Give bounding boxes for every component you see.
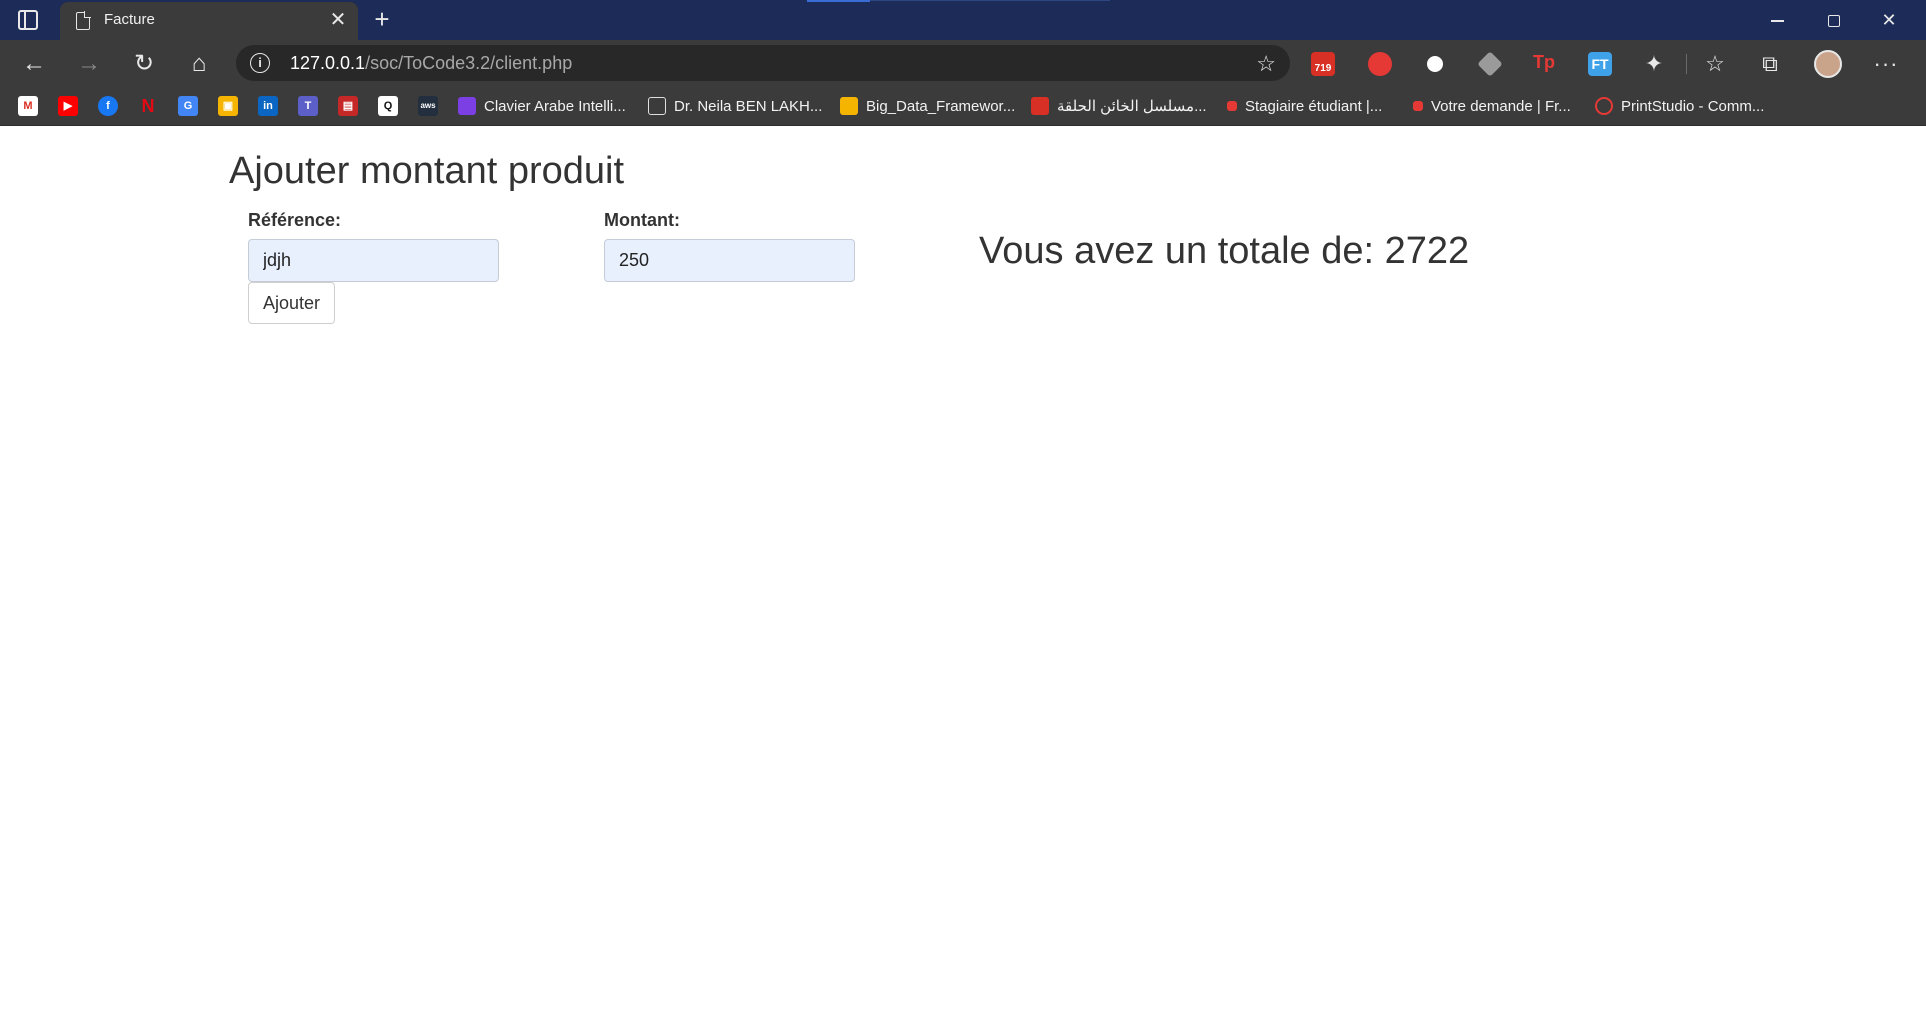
document-bookmark-icon xyxy=(648,97,666,115)
address-bar[interactable]: i 127.0.0.1/soc/ToCode3.2/client.php ☆ xyxy=(236,45,1290,81)
page-content: Ajouter montant produit Référence: Monta… xyxy=(0,126,1926,1027)
bookmark-label: Dr. Neila BEN LAKH... xyxy=(674,97,823,115)
back-button[interactable]: ← xyxy=(18,48,50,80)
circle-extension-icon[interactable] xyxy=(1423,52,1447,76)
toolbar-separator xyxy=(1686,54,1687,74)
montant-label: Montant: xyxy=(604,210,680,230)
add-button[interactable]: Ajouter xyxy=(248,282,335,324)
bookmark-big-data[interactable]: Big_Data_Framewor... xyxy=(840,96,1015,116)
new-tab-button[interactable]: + xyxy=(368,4,396,34)
close-tab-icon[interactable]: ✕ xyxy=(326,8,350,32)
drive-bookmark-icon xyxy=(840,97,858,115)
tab-title: Facture xyxy=(104,11,155,28)
reload-button[interactable]: ↻ xyxy=(128,48,160,80)
quora-bookmark-icon[interactable]: Q xyxy=(378,96,398,116)
titlebar-accent-line xyxy=(870,0,1110,1)
keyboard-bookmark-icon xyxy=(458,97,476,115)
bookmark-label: Stagiaire étudiant |... xyxy=(1245,97,1383,115)
cube-extension-icon[interactable] xyxy=(1477,51,1503,77)
ft-extension-icon[interactable]: FT xyxy=(1588,52,1612,76)
page-icon xyxy=(76,11,91,30)
url-host: 127.0.0.1 xyxy=(290,53,366,73)
bookmark-printstudio[interactable]: PrintStudio - Comm... xyxy=(1595,96,1764,116)
reference-label: Référence: xyxy=(248,210,342,230)
bookmark-dr-neila[interactable]: Dr. Neila BEN LAKH... xyxy=(648,96,822,116)
mail-extension-icon[interactable]: 719 xyxy=(1311,52,1335,76)
heart-bookmark-icon xyxy=(1031,97,1049,115)
netflix-bookmark-icon[interactable]: N xyxy=(138,96,158,116)
browser-tab[interactable]: Facture ✕ xyxy=(60,2,358,40)
page-title: Ajouter montant produit xyxy=(229,150,625,192)
aws-bookmark-icon[interactable]: aws xyxy=(418,96,438,116)
close-window-button[interactable]: ✕ xyxy=(1869,6,1909,34)
bookmark-votre-demande[interactable]: Votre demande | Fr... xyxy=(1413,96,1571,116)
browser-titlebar: Facture ✕ + ✕ xyxy=(0,0,1926,40)
collections-icon[interactable]: ⧉ xyxy=(1756,50,1784,78)
favorites-icon[interactable]: ☆ xyxy=(1701,50,1729,78)
minimize-button[interactable] xyxy=(1757,6,1797,34)
bookmark-label: PrintStudio - Comm... xyxy=(1621,97,1765,115)
tab-actions-icon[interactable] xyxy=(18,10,38,30)
bookmark-stagiaire[interactable]: Stagiaire étudiant |... xyxy=(1227,96,1382,116)
total-text: Vous avez un totale de: 2722 xyxy=(979,230,1470,272)
bookmark-label: Votre demande | Fr... xyxy=(1431,97,1571,115)
profile-avatar[interactable] xyxy=(1814,50,1842,78)
red-bookmark-icon[interactable]: ▤ xyxy=(338,96,358,116)
home-button[interactable]: ⌂ xyxy=(183,48,215,80)
titlebar-accent xyxy=(807,0,870,2)
montant-input[interactable] xyxy=(604,239,855,282)
mail-badge: 719 xyxy=(1314,63,1332,74)
bookmark-arabic-series[interactable]: مسلسل الخائن الحلقة... xyxy=(1031,96,1207,116)
youtube-bookmark-icon[interactable]: ▶ xyxy=(58,96,78,116)
more-options-icon[interactable]: ··· xyxy=(1872,50,1900,78)
printstudio-bookmark-icon xyxy=(1595,97,1613,115)
red-dot-bookmark-icon xyxy=(1227,101,1237,111)
browser-toolbar: ← → ↻ ⌂ i 127.0.0.1/soc/ToCode3.2/client… xyxy=(0,40,1926,86)
translate-bookmark-icon[interactable]: G xyxy=(178,96,198,116)
bookmark-label: Big_Data_Framewor... xyxy=(866,97,1016,115)
linkedin-bookmark-icon[interactable]: in xyxy=(258,96,278,116)
url-text[interactable]: 127.0.0.1/soc/ToCode3.2/client.php xyxy=(290,53,572,74)
extensions-icon[interactable]: ✦ xyxy=(1640,50,1668,78)
red-dot-bookmark-icon xyxy=(1413,101,1423,111)
gmail-bookmark-icon[interactable]: M xyxy=(18,96,38,116)
bookmark-label: Clavier Arabe Intelli... xyxy=(484,97,626,115)
tp-extension-icon[interactable]: Tp xyxy=(1533,52,1557,76)
url-path: /soc/ToCode3.2/client.php xyxy=(365,53,573,73)
restore-button[interactable] xyxy=(1813,6,1853,34)
teams-bookmark-icon[interactable]: T xyxy=(298,96,318,116)
bookmark-clavier-arabe[interactable]: Clavier Arabe Intelli... xyxy=(458,96,626,116)
block-extension-icon[interactable] xyxy=(1368,52,1392,76)
facebook-bookmark-icon[interactable]: f xyxy=(98,96,118,116)
reference-input[interactable] xyxy=(248,239,499,282)
bookmark-label: مسلسل الخائن الحلقة... xyxy=(1057,98,1207,115)
forward-button[interactable]: → xyxy=(73,48,105,80)
info-icon[interactable]: i xyxy=(250,53,270,73)
add-favorite-icon[interactable]: ☆ xyxy=(1256,51,1276,77)
bookmarks-bar: M ▶ f N G ▣ in T ▤ Q aws Clavier Arabe I… xyxy=(0,86,1926,126)
photos-bookmark-icon[interactable]: ▣ xyxy=(218,96,238,116)
